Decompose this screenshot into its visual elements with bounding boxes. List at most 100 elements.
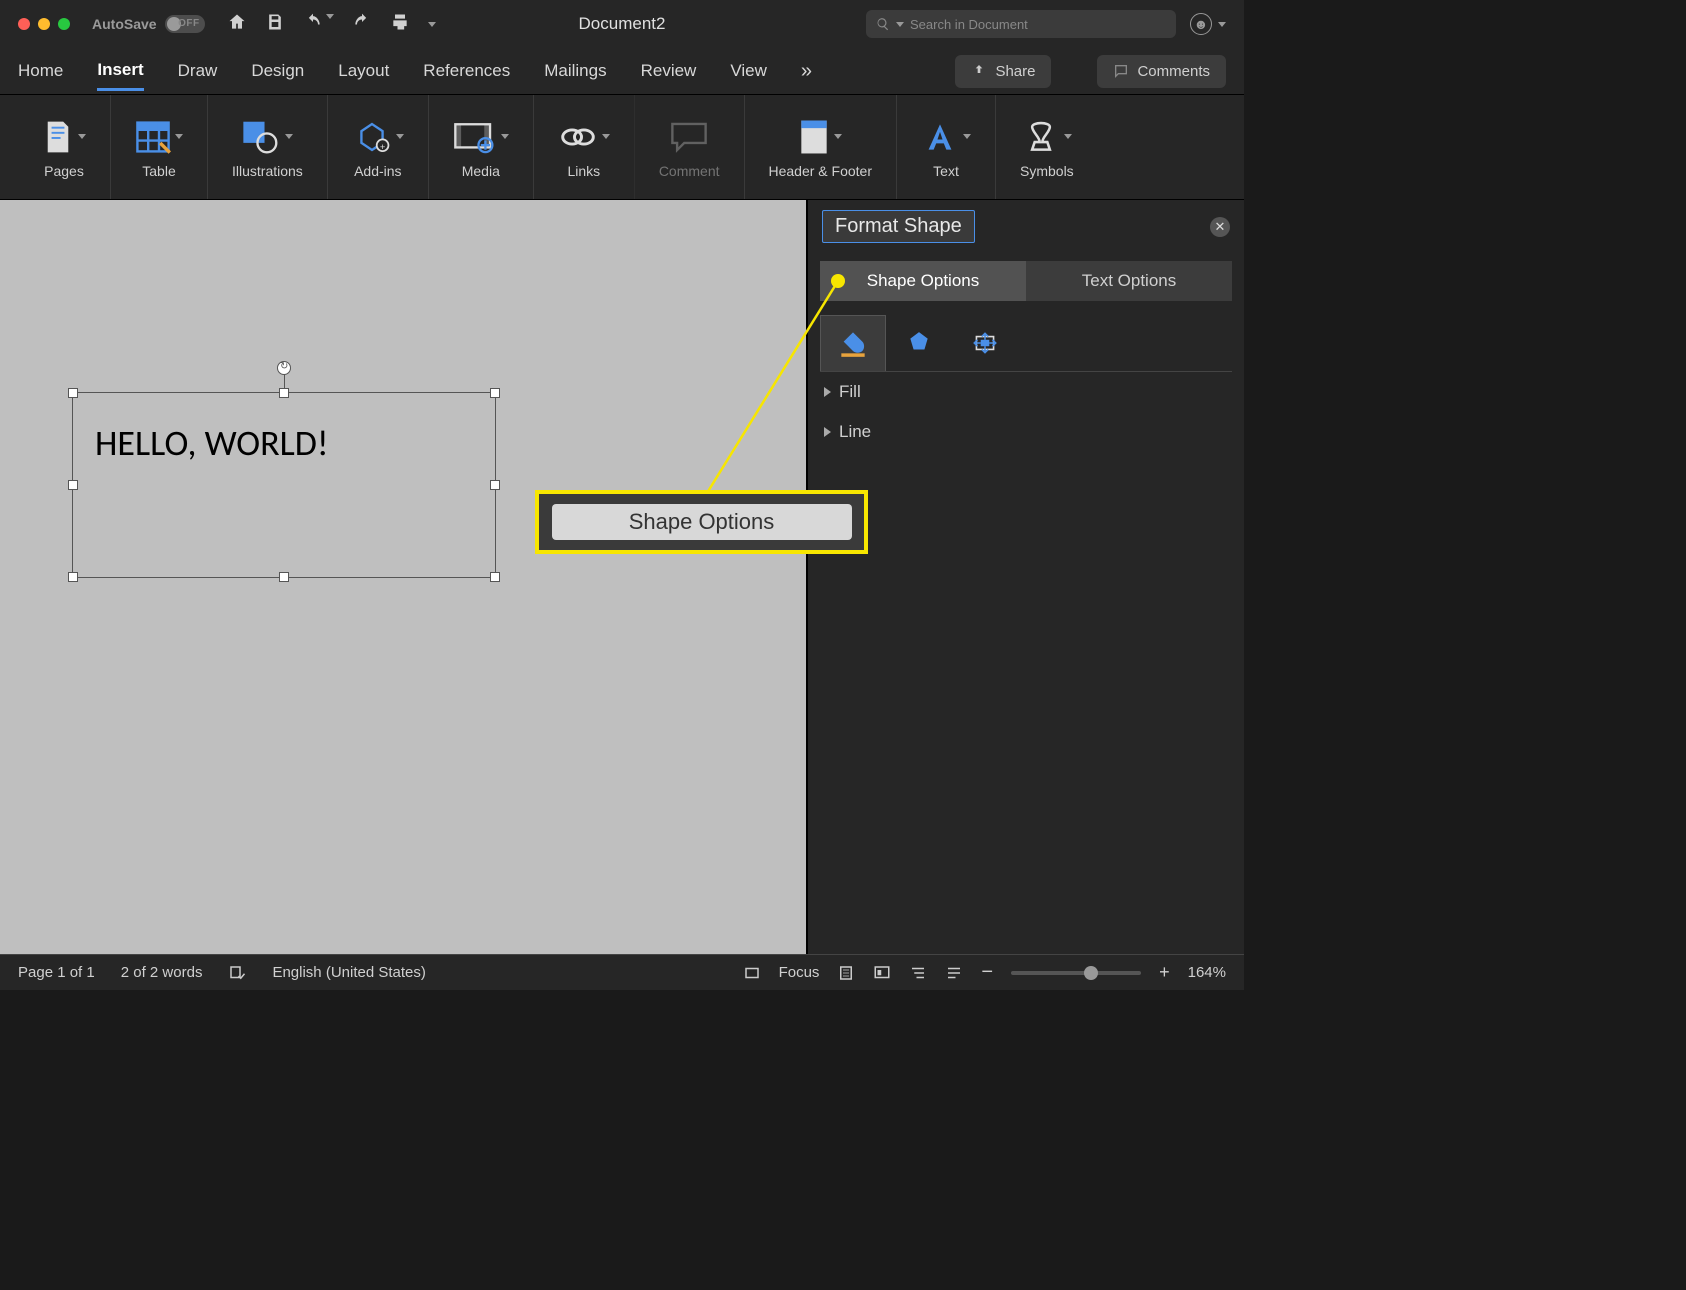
- tab-layout[interactable]: Layout: [338, 53, 389, 89]
- ribbon-group-symbols[interactable]: Symbols: [995, 95, 1098, 199]
- resize-handle-r[interactable]: [490, 480, 500, 490]
- document-title: Document2: [579, 14, 666, 34]
- autosave-toggle-group: AutoSave OFF: [92, 15, 205, 33]
- search-input[interactable]: Search in Document: [866, 10, 1176, 38]
- comment-label: Comment: [659, 163, 720, 180]
- zoom-thumb[interactable]: [1084, 966, 1098, 980]
- zoom-out-button[interactable]: −: [981, 961, 993, 984]
- zoom-in-button[interactable]: +: [1159, 962, 1170, 983]
- document-canvas[interactable]: HELLO, WORLD!: [0, 200, 808, 954]
- disclosure-icon: [824, 387, 831, 397]
- undo-icon[interactable]: [303, 12, 334, 37]
- fill-section[interactable]: Fill: [808, 372, 1244, 412]
- status-bar: Page 1 of 1 2 of 2 words English (United…: [0, 954, 1244, 990]
- zoom-slider[interactable]: [1011, 971, 1141, 975]
- ribbon-group-links[interactable]: Links: [533, 95, 634, 199]
- zoom-level[interactable]: 164%: [1188, 964, 1226, 981]
- redo-icon[interactable]: [352, 12, 372, 37]
- window-controls: [18, 18, 70, 30]
- save-icon[interactable]: [265, 12, 285, 37]
- workspace: HELLO, WORLD! Format Shape ✕ Shape Optio…: [0, 200, 1244, 954]
- ribbon-group-table[interactable]: Table: [110, 95, 207, 199]
- focus-mode-icon[interactable]: [743, 964, 761, 982]
- tab-shape-options[interactable]: Shape Options: [820, 261, 1026, 301]
- pane-tabs: Shape Options Text Options: [820, 261, 1232, 301]
- qat-dropdown-icon[interactable]: [428, 22, 436, 27]
- resize-handle-tr[interactable]: [490, 388, 500, 398]
- resize-handle-tl[interactable]: [68, 388, 78, 398]
- illustrations-label: Illustrations: [232, 163, 303, 180]
- text-label: Text: [933, 163, 959, 180]
- rotate-handle[interactable]: [277, 361, 291, 375]
- web-layout-icon[interactable]: [873, 964, 891, 982]
- fill-label: Fill: [839, 382, 861, 402]
- ribbon-group-text[interactable]: Text: [896, 95, 995, 199]
- quick-access-toolbar: [227, 12, 436, 37]
- pane-icon-tabs: [820, 315, 1232, 372]
- home-icon[interactable]: [227, 12, 247, 37]
- autosave-toggle[interactable]: OFF: [165, 15, 205, 33]
- tab-references[interactable]: References: [423, 53, 510, 89]
- user-icon[interactable]: ☻: [1190, 13, 1212, 35]
- symbols-label: Symbols: [1020, 163, 1074, 180]
- pane-close-button[interactable]: ✕: [1210, 217, 1230, 237]
- search-dropdown-icon: [896, 22, 904, 27]
- tab-text-options[interactable]: Text Options: [1026, 261, 1232, 301]
- print-icon[interactable]: [390, 12, 410, 37]
- disclosure-icon: [824, 427, 831, 437]
- tab-home[interactable]: Home: [18, 53, 63, 89]
- comments-button[interactable]: Comments: [1097, 55, 1226, 88]
- ribbon-group-header-footer[interactable]: Header & Footer: [744, 95, 897, 199]
- language-indicator[interactable]: English (United States): [272, 964, 425, 981]
- tab-design[interactable]: Design: [251, 53, 304, 89]
- draft-view-icon[interactable]: [945, 964, 963, 982]
- tab-view[interactable]: View: [730, 53, 767, 89]
- ribbon-group-comment[interactable]: Comment: [634, 95, 744, 199]
- format-shape-pane: Format Shape ✕ Shape Options Text Option…: [808, 200, 1244, 954]
- outline-view-icon[interactable]: [909, 964, 927, 982]
- callout-annotation: Shape Options: [535, 490, 868, 554]
- line-section[interactable]: Line: [808, 412, 1244, 452]
- tab-draw[interactable]: Draw: [178, 53, 218, 89]
- effects-tab-icon[interactable]: [886, 315, 952, 371]
- tab-overflow-icon[interactable]: »: [801, 60, 812, 83]
- user-dropdown-icon[interactable]: [1218, 22, 1226, 27]
- share-icon: [971, 63, 987, 79]
- autosave-label: AutoSave: [92, 16, 157, 32]
- links-label: Links: [567, 163, 600, 180]
- line-label: Line: [839, 422, 871, 442]
- ribbon-group-addins[interactable]: + Add-ins: [327, 95, 428, 199]
- pane-title: Format Shape: [822, 210, 975, 243]
- ribbon-tabs: Home Insert Draw Design Layout Reference…: [0, 48, 1244, 95]
- resize-handle-t[interactable]: [279, 388, 289, 398]
- tab-review[interactable]: Review: [641, 53, 697, 89]
- ribbon-group-media[interactable]: Media: [428, 95, 533, 199]
- focus-label[interactable]: Focus: [779, 964, 820, 981]
- resize-handle-br[interactable]: [490, 572, 500, 582]
- word-count[interactable]: 2 of 2 words: [121, 964, 203, 981]
- share-button[interactable]: Share: [955, 55, 1051, 88]
- resize-handle-bl[interactable]: [68, 572, 78, 582]
- media-label: Media: [462, 163, 500, 180]
- ribbon-group-pages[interactable]: Pages: [18, 95, 110, 199]
- close-window-button[interactable]: [18, 18, 30, 30]
- tab-insert[interactable]: Insert: [97, 52, 143, 91]
- textbox-text[interactable]: HELLO, WORLD!: [95, 421, 329, 465]
- fill-line-tab-icon[interactable]: [820, 315, 886, 371]
- tab-mailings[interactable]: Mailings: [544, 53, 606, 89]
- svg-text:+: +: [380, 141, 386, 152]
- table-label: Table: [142, 163, 175, 180]
- ribbon-group-illustrations[interactable]: Illustrations: [207, 95, 327, 199]
- selected-textbox[interactable]: HELLO, WORLD!: [72, 392, 496, 578]
- pane-header: Format Shape ✕: [808, 200, 1244, 253]
- spellcheck-icon[interactable]: [228, 964, 246, 982]
- print-layout-icon[interactable]: [837, 964, 855, 982]
- maximize-window-button[interactable]: [58, 18, 70, 30]
- search-placeholder: Search in Document: [910, 17, 1028, 32]
- size-tab-icon[interactable]: [952, 315, 1018, 371]
- resize-handle-l[interactable]: [68, 480, 78, 490]
- resize-handle-b[interactable]: [279, 572, 289, 582]
- minimize-window-button[interactable]: [38, 18, 50, 30]
- autosave-state: OFF: [178, 18, 200, 29]
- page-indicator[interactable]: Page 1 of 1: [18, 964, 95, 981]
